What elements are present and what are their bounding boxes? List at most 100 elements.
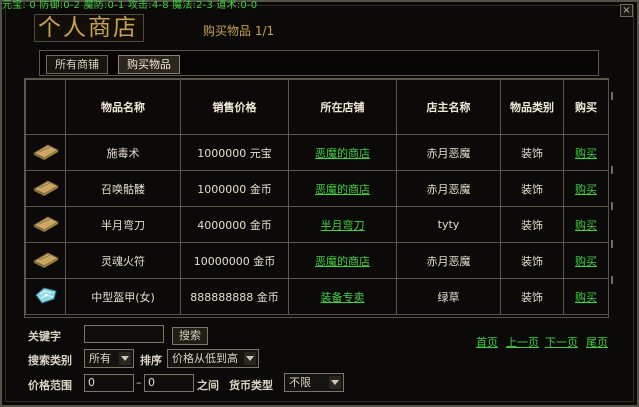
scroll-tick (611, 202, 613, 210)
header-price: 销售价格 (180, 79, 289, 135)
buy-link[interactable]: 购买 (575, 147, 597, 160)
shop-link[interactable]: 恶魔的商店 (315, 183, 370, 196)
item-price: 10000000 金币 (180, 242, 289, 279)
table-row: 中型盔甲(女) 888888888 金币 装备专卖 绿草 装饰 购买 (25, 278, 609, 315)
page-subtitle: 购买物品 1/1 (203, 24, 275, 38)
shop-cell: 半月弯刀 (288, 206, 397, 243)
item-price: 1000000 金币 (180, 170, 289, 207)
last-page-link[interactable]: 尾页 (586, 334, 608, 350)
buy-link[interactable]: 购买 (575, 255, 597, 268)
price-min-input[interactable]: 0 (84, 374, 134, 392)
item-icon-cell (25, 242, 66, 279)
item-icon-cell (25, 170, 66, 207)
currency-label: 货币类型 (229, 379, 273, 392)
item-name: 半月弯刀 (65, 206, 181, 243)
item-price: 4000000 金币 (180, 206, 289, 243)
scroll-tick (611, 240, 613, 248)
book-icon (32, 252, 59, 268)
scroll-tick (611, 166, 613, 174)
shop-link[interactable]: 半月弯刀 (321, 219, 365, 232)
owner-name: 绿草 (396, 278, 501, 315)
chevron-down-icon (329, 376, 341, 389)
item-name: 中型盔甲(女) (65, 278, 181, 315)
tab-buy-items[interactable]: 购买物品 (118, 55, 180, 74)
item-price: 888888888 金币 (180, 278, 289, 315)
header-item-name: 物品名称 (65, 79, 181, 135)
chevron-down-icon (119, 352, 131, 365)
item-category: 装饰 (500, 206, 564, 243)
sort-value: 价格从低到高 (172, 352, 238, 365)
close-button[interactable]: × (620, 4, 633, 17)
price-max-input[interactable]: 0 (144, 374, 194, 392)
search-type-select[interactable]: 所有 (84, 349, 134, 368)
table-row: 召唤骷髅 1000000 金币 恶魔的商店 赤月恶魔 装饰 购买 (25, 170, 609, 207)
owner-name: 赤月恶魔 (396, 242, 501, 279)
buy-link[interactable]: 购买 (575, 291, 597, 304)
scroll-tick (611, 276, 613, 284)
item-icon-cell (25, 278, 66, 315)
shop-link[interactable]: 恶魔的商店 (315, 147, 370, 160)
buy-cell: 购买 (563, 242, 609, 279)
search-button[interactable]: 搜索 (172, 327, 208, 345)
items-table: 物品名称 销售价格 所在店铺 店主名称 物品类别 购买 施毒术 1000000 … (24, 78, 609, 318)
header-category: 物品类别 (500, 79, 564, 135)
first-page-link[interactable]: 首页 (476, 334, 498, 350)
next-page-link[interactable]: 下一页 (545, 334, 578, 350)
buy-link[interactable]: 购买 (575, 183, 597, 196)
range-between-label: 之间 (197, 379, 219, 392)
book-icon (32, 216, 59, 232)
shop-cell: 恶魔的商店 (288, 170, 397, 207)
keyword-input[interactable] (84, 325, 164, 343)
buy-cell: 购买 (563, 278, 609, 315)
table-row: 半月弯刀 4000000 金币 半月弯刀 tyty 装饰 购买 (25, 206, 609, 243)
currency-value: 不限 (289, 376, 311, 389)
item-category: 装饰 (500, 134, 564, 171)
shop-cell: 恶魔的商店 (288, 242, 397, 279)
armor-icon (34, 287, 57, 304)
owner-name: 赤月恶魔 (396, 170, 501, 207)
owner-name: tyty (396, 206, 501, 243)
shop-link[interactable]: 恶魔的商店 (315, 255, 370, 268)
header-buy: 购买 (563, 79, 609, 135)
range-separator: – (136, 376, 142, 389)
buy-cell: 购买 (563, 206, 609, 243)
sort-select[interactable]: 价格从低到高 (167, 349, 259, 368)
book-icon (32, 180, 59, 196)
header-owner: 店主名称 (396, 79, 501, 135)
item-price: 1000000 元宝 (180, 134, 289, 171)
table-header-row: 物品名称 销售价格 所在店铺 店主名称 物品类别 购买 (25, 79, 609, 135)
item-icon-cell (25, 206, 66, 243)
chevron-down-icon (244, 352, 256, 365)
item-category: 装饰 (500, 170, 564, 207)
tab-all-shops[interactable]: 所有商铺 (46, 55, 108, 74)
header-shop: 所在店铺 (288, 79, 397, 135)
buy-cell: 购买 (563, 170, 609, 207)
item-category: 装饰 (500, 242, 564, 279)
price-range-label: 价格范围 (28, 379, 72, 392)
shop-cell: 装备专卖 (288, 278, 397, 315)
item-name: 灵魂火符 (65, 242, 181, 279)
shop-link[interactable]: 装备专卖 (321, 291, 365, 304)
status-line: 元宝: 0 防御:0-2 魔防:0-1 攻击:4-8 魔法:2-3 道术:0-0 (2, 0, 258, 11)
buy-cell: 购买 (563, 134, 609, 171)
search-type-value: 所有 (89, 352, 111, 365)
scroll-tick (611, 92, 613, 100)
window-title: 个人商店 (38, 15, 138, 41)
prev-page-link[interactable]: 上一页 (506, 334, 539, 350)
header-icon (25, 79, 66, 135)
scroll-track[interactable] (609, 78, 615, 316)
item-icon-cell (25, 134, 66, 171)
tab-bar: 所有商铺 购买物品 (39, 50, 599, 76)
keyword-label: 关键字 (28, 330, 61, 343)
buy-link[interactable]: 购买 (575, 219, 597, 232)
item-category: 装饰 (500, 278, 564, 315)
shop-cell: 恶魔的商店 (288, 134, 397, 171)
owner-name: 赤月恶魔 (396, 134, 501, 171)
item-name: 召唤骷髅 (65, 170, 181, 207)
item-name: 施毒术 (65, 134, 181, 171)
currency-select[interactable]: 不限 (284, 373, 344, 392)
sort-label: 排序 (140, 354, 162, 367)
table-row: 灵魂火符 10000000 金币 恶魔的商店 赤月恶魔 装饰 购买 (25, 242, 609, 279)
search-type-label: 搜索类别 (28, 354, 72, 367)
table-row: 施毒术 1000000 元宝 恶魔的商店 赤月恶魔 装饰 购买 (25, 134, 609, 171)
